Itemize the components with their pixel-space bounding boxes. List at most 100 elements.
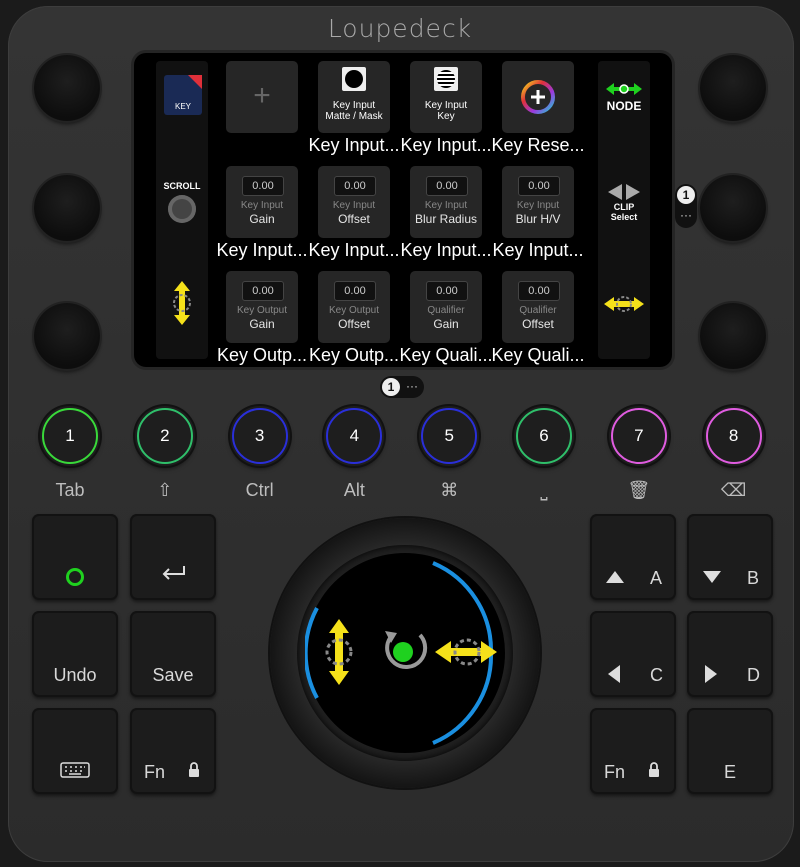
number-button-label: ⌘	[440, 480, 459, 500]
number-button-label: 🗑	[627, 480, 651, 500]
tile-5[interactable]: 0.00 Key Input Gain	[226, 166, 298, 238]
number-button-5[interactable]: 5	[419, 406, 480, 466]
node-arrows-icon[interactable]	[604, 81, 644, 97]
tile-2[interactable]: Key Input Matte / Mask	[318, 61, 390, 133]
number-button-4[interactable]: 4	[324, 406, 385, 466]
a-key[interactable]: A	[590, 514, 676, 600]
scroll-knob-icon[interactable]	[168, 195, 196, 223]
number-button-6[interactable]: 6	[514, 406, 574, 466]
right-triangle-icon	[705, 665, 717, 683]
key-icon	[434, 67, 458, 91]
tile-line1: Key Input	[332, 200, 376, 211]
number-button-3[interactable]: 3	[229, 406, 290, 466]
tile-value: 0.00	[426, 176, 468, 196]
knob-right-top[interactable]	[700, 55, 766, 121]
e-label: E	[723, 762, 736, 782]
right-page-indicator[interactable]: 1 ···	[675, 184, 697, 228]
tile-line2: Gain	[433, 317, 459, 331]
up-triangle-icon	[606, 571, 624, 583]
tile-11[interactable]: 0.00 Qualifier Gain	[410, 271, 482, 343]
tile-1[interactable]: +	[226, 61, 298, 133]
clip-arrows-icon[interactable]	[606, 183, 642, 201]
left-strip: KEY SCROLL	[156, 61, 208, 359]
save-label: Save	[152, 665, 194, 685]
tile-8[interactable]: 0.00 Key Input Blur H/V	[502, 166, 574, 238]
tile-10[interactable]: 0.00 Key Output Offset	[318, 271, 390, 343]
dial-screen[interactable]	[303, 553, 505, 753]
tile-line1: Key Input	[424, 200, 468, 211]
tile-line2: Blur Radius	[414, 212, 478, 226]
screen-page-indicator[interactable]: 1 ···	[380, 376, 424, 398]
button-number: 8	[728, 426, 739, 445]
undo-key[interactable]: Undo	[32, 611, 118, 697]
tile-line1: Key Input	[516, 200, 560, 211]
more-icon: ···	[406, 379, 418, 393]
number-button-1[interactable]: 1	[40, 406, 100, 466]
tile-line1: Key Input	[332, 100, 376, 111]
number-button-8[interactable]: 8	[703, 406, 764, 466]
loupedeck-device: Loupedeck KEY SCROLL + Key Input Matte / M…	[0, 0, 800, 867]
tile-line2: Matte / Mask	[325, 111, 383, 122]
plus-icon: +	[253, 79, 271, 112]
tile-line1: Key Input	[240, 200, 284, 211]
fn-key-right[interactable]: Fn	[590, 708, 676, 794]
vertical-move-icon[interactable]	[168, 279, 196, 327]
c-key[interactable]: C	[590, 611, 676, 697]
number-button-2[interactable]: 2	[134, 406, 195, 466]
tile-line1: Qualifier	[519, 305, 557, 316]
tile-line1: Qualifier	[427, 305, 465, 316]
tile-caption: Key Quali...	[399, 345, 493, 365]
knob-right-bottom[interactable]	[700, 303, 766, 369]
select-label: Select	[610, 212, 638, 222]
number-button-label: ⎵	[540, 480, 548, 500]
page-number: 1	[677, 186, 695, 204]
button-number: 2	[160, 426, 170, 445]
b-key[interactable]: B	[687, 514, 773, 600]
a-label: A	[650, 568, 663, 588]
tile-line2: Offset	[338, 317, 370, 331]
tile-value: 0.00	[334, 176, 376, 196]
keyboard-key[interactable]	[32, 708, 118, 794]
tile-12[interactable]: 0.00 Qualifier Offset	[502, 271, 574, 343]
touch-screen: KEY SCROLL + Key Input Matte / Mask Key Inp…	[134, 53, 672, 367]
number-button-7[interactable]: 7	[608, 406, 669, 466]
lock-icon	[649, 762, 659, 777]
button-number: 6	[539, 426, 549, 445]
vertical-arrows-icon	[325, 619, 353, 685]
tile-6[interactable]: 0.00 Key Input Offset	[318, 166, 390, 238]
fn-label: Fn	[144, 762, 166, 782]
button-number: 4	[349, 426, 360, 445]
number-button-label: Tab	[55, 480, 85, 500]
key-label: KEY	[174, 102, 191, 111]
knob-left-bottom[interactable]	[34, 303, 100, 369]
tile-value: 0.00	[242, 176, 284, 196]
tile-4[interactable]	[502, 61, 574, 133]
keyboard-icon	[60, 762, 90, 778]
knob-left-middle[interactable]	[34, 175, 100, 241]
circle-key[interactable]	[32, 514, 118, 600]
down-triangle-icon	[703, 571, 721, 583]
knob-left-top[interactable]	[34, 55, 100, 121]
key-icon[interactable]: KEY	[164, 75, 202, 115]
tile-line2: Offset	[522, 317, 554, 331]
tile-7[interactable]: 0.00 Key Input Blur Radius	[410, 166, 482, 238]
tile-3[interactable]: Key Input Key	[410, 61, 482, 133]
tile-line2: Blur H/V	[515, 212, 561, 226]
tile-value: 0.00	[426, 281, 468, 301]
right-strip: NODE CLIP Select	[598, 61, 650, 359]
b-label: B	[747, 568, 760, 588]
button-number: 3	[254, 426, 265, 445]
save-key[interactable]: Save	[130, 611, 216, 697]
lock-icon	[189, 762, 199, 777]
d-label: D	[747, 665, 760, 685]
knob-right-middle[interactable]	[700, 175, 766, 241]
tile-caption: Key Input...	[492, 240, 584, 260]
d-key[interactable]: D	[687, 611, 773, 697]
fn-key-left[interactable]: Fn	[130, 708, 216, 794]
horizontal-move-icon[interactable]	[602, 293, 646, 315]
e-key[interactable]: E	[687, 708, 773, 794]
tile-value: 0.00	[518, 176, 560, 196]
enter-key[interactable]	[130, 514, 216, 600]
tile-9[interactable]: 0.00 Key Output Gain	[226, 271, 298, 343]
brand-logo: Loupedeck	[327, 14, 473, 43]
